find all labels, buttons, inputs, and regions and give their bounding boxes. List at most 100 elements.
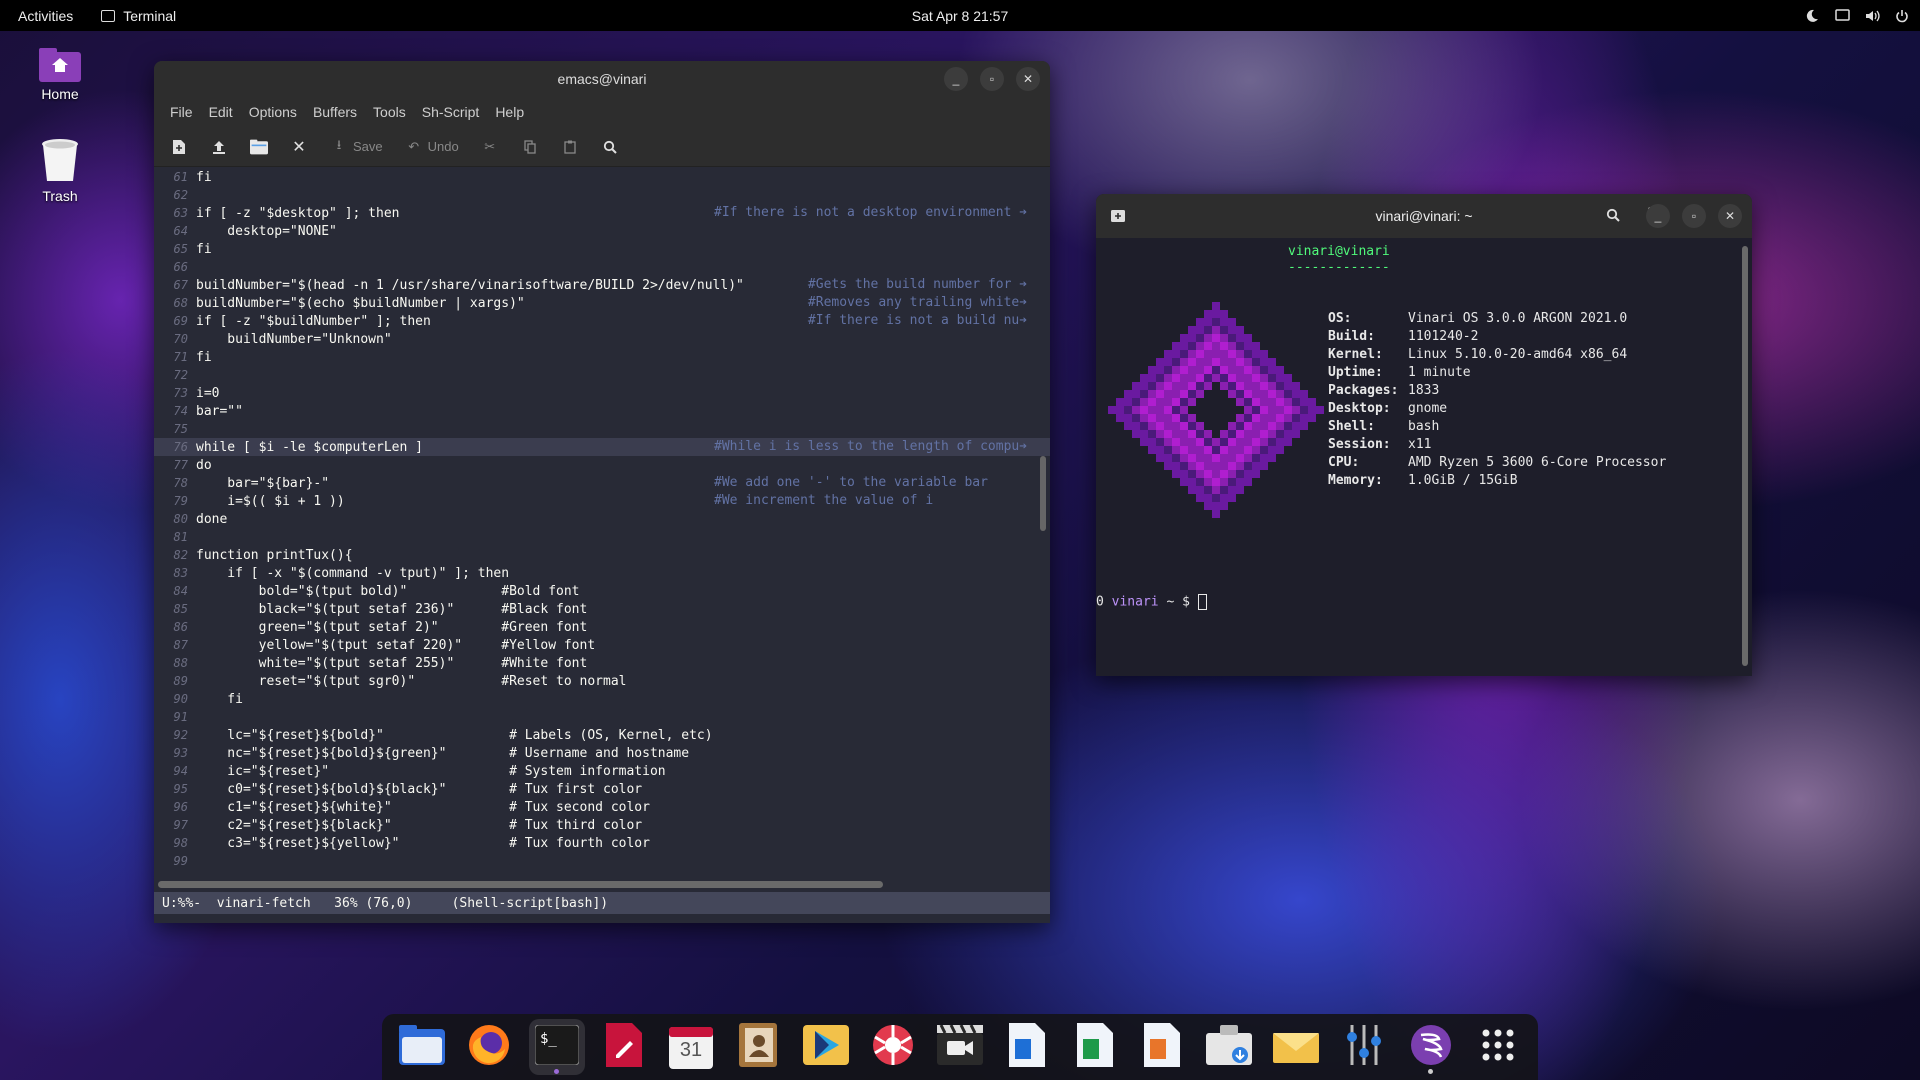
terminal-scrollbar[interactable] xyxy=(1742,246,1748,666)
line-number: 64 xyxy=(173,224,188,238)
code-line[interactable]: 65 fi xyxy=(154,240,1050,258)
code-line[interactable]: 86 green="$(tput setaf 2)" #Green font xyxy=(154,618,1050,636)
code-line[interactable]: 78 bar="${bar}-" #We add one '-' to the v… xyxy=(154,474,1050,492)
dock-impress[interactable] xyxy=(1134,1019,1190,1075)
code-line[interactable]: 95 c0="${reset}${bold}${black}" # Tux fi… xyxy=(154,780,1050,798)
menu-tools[interactable]: Tools xyxy=(365,104,414,120)
emacs-titlebar[interactable]: emacs@vinari _ ▫ ✕ xyxy=(154,61,1050,97)
new-tab-icon[interactable] xyxy=(1108,206,1128,226)
dock-emacs[interactable] xyxy=(1403,1019,1459,1075)
code-line[interactable]: 81 xyxy=(154,528,1050,546)
code-line[interactable]: 68 buildNumber="$(echo $buildNumber | xar… xyxy=(154,294,1050,312)
code-line[interactable]: 87 yellow="$(tput setaf 220)" #Yellow fo… xyxy=(154,636,1050,654)
code-line[interactable]: 67 buildNumber="$(head -n 1 /usr/share/vi… xyxy=(154,276,1050,294)
maximize-button[interactable]: ▫ xyxy=(1682,204,1706,228)
code-line[interactable]: 77 do xyxy=(154,456,1050,474)
horizontal-scrollbar[interactable] xyxy=(158,881,883,888)
code-line[interactable]: 93 nc="${reset}${bold}${green}" # Userna… xyxy=(154,744,1050,762)
desktop-home[interactable]: Home xyxy=(20,48,100,102)
undo-label: Undo xyxy=(427,139,459,154)
maximize-button[interactable]: ▫ xyxy=(980,67,1004,91)
code-line[interactable]: 72 xyxy=(154,366,1050,384)
app-menu[interactable]: Terminal xyxy=(91,8,176,24)
dock-terminal[interactable]: $_ xyxy=(528,1019,585,1075)
paste-icon[interactable] xyxy=(561,138,579,156)
dock-settings[interactable] xyxy=(1336,1019,1392,1075)
dock-app-grid[interactable] xyxy=(1470,1019,1526,1075)
copy-icon[interactable] xyxy=(521,138,539,156)
dock-software[interactable] xyxy=(798,1019,854,1075)
dock-mail[interactable] xyxy=(1268,1019,1324,1075)
clock[interactable]: Sat Apr 8 21:57 xyxy=(912,8,1009,24)
menu-sh-script[interactable]: Sh-Script xyxy=(414,104,488,120)
open-file-icon[interactable] xyxy=(210,138,228,156)
code-line[interactable]: 66 xyxy=(154,258,1050,276)
code-line[interactable]: 62 xyxy=(154,186,1050,204)
dock-firefox[interactable] xyxy=(461,1019,517,1075)
code-line[interactable]: 89 reset="$(tput sgr0)" #Reset to normal xyxy=(154,672,1050,690)
code-editor[interactable]: 61 fi 62 63 if [ -z "$desktop" ]; then #If th… xyxy=(154,168,1050,876)
menu-help[interactable]: Help xyxy=(487,104,532,120)
code-line[interactable]: 76 while [ $i -le $computerLen ] #While i … xyxy=(154,438,1050,456)
terminal-output[interactable]: vinari@vinari ------------- OS: Vinari OS… xyxy=(1096,238,1736,676)
undo-button[interactable]: ↶ Undo xyxy=(405,138,459,156)
shell-prompt[interactable]: 0 vinari ~ $ xyxy=(1096,594,1207,610)
dock-writer[interactable] xyxy=(999,1019,1055,1075)
code-line[interactable]: 83 if [ -x "$(command -v tput)" ]; then xyxy=(154,564,1050,582)
code-line[interactable]: 69 if [ -z "$buildNumber" ]; then #If the… xyxy=(154,312,1050,330)
desktop-trash[interactable]: Trash xyxy=(20,138,100,204)
close-button[interactable]: ✕ xyxy=(1718,204,1742,228)
code-line[interactable]: 84 bold="$(tput bold)" #Bold font xyxy=(154,582,1050,600)
terminal-icon: $_ xyxy=(534,1024,579,1070)
dock-video[interactable] xyxy=(932,1019,988,1075)
code-line[interactable]: 61 fi xyxy=(154,168,1050,186)
menu-edit[interactable]: Edit xyxy=(201,104,241,120)
code-line[interactable]: 96 c1="${reset}${white}" # Tux second co… xyxy=(154,798,1050,816)
dock-text-editor[interactable] xyxy=(596,1019,652,1075)
code-line[interactable]: 94 ic="${reset}" # System information xyxy=(154,762,1050,780)
close-button[interactable]: ✕ xyxy=(1016,67,1040,91)
activities-button[interactable]: Activities xyxy=(0,8,91,24)
menu-options[interactable]: Options xyxy=(241,104,305,120)
minimize-button[interactable]: _ xyxy=(1646,204,1670,228)
code-line[interactable]: 92 lc="${reset}${bold}" # Labels (OS, Ke… xyxy=(154,726,1050,744)
code-line[interactable]: 90 fi xyxy=(154,690,1050,708)
code-line[interactable]: 71 fi xyxy=(154,348,1050,366)
save-button[interactable]: ⭳ Save xyxy=(330,137,383,156)
search-icon[interactable] xyxy=(1606,208,1620,225)
line-number: 96 xyxy=(173,800,188,814)
code-line[interactable]: 63 if [ -z "$desktop" ]; then #If there is… xyxy=(154,204,1050,222)
code-line[interactable]: 73 i=0 xyxy=(154,384,1050,402)
dock-calendar[interactable]: 31 xyxy=(663,1019,719,1075)
dock-archive[interactable] xyxy=(1201,1019,1257,1075)
menu-file[interactable]: File xyxy=(162,104,201,120)
dock-contacts[interactable] xyxy=(730,1019,786,1075)
terminal-titlebar[interactable]: vinari@vinari: ~ _ ▫ ✕ xyxy=(1096,194,1752,238)
close-buffer-icon[interactable]: ✕ xyxy=(290,138,308,156)
code-line[interactable]: 97 c2="${reset}${black}" # Tux third col… xyxy=(154,816,1050,834)
code-line[interactable]: 98 c3="${reset}${yellow}" # Tux fourth c… xyxy=(154,834,1050,852)
code-line[interactable]: 85 black="$(tput setaf 236)" #Black font xyxy=(154,600,1050,618)
dock-files[interactable] xyxy=(394,1019,450,1075)
cut-icon[interactable]: ✂ xyxy=(481,138,499,156)
minimize-button[interactable]: _ xyxy=(944,67,968,91)
code-line[interactable]: 80 done xyxy=(154,510,1050,528)
open-directory-icon[interactable] xyxy=(250,138,268,156)
vertical-scrollbar[interactable] xyxy=(1040,456,1046,531)
search-icon[interactable] xyxy=(601,138,619,156)
code-line[interactable]: 79 i=$(( $i + 1 )) #We increment the valu… xyxy=(154,492,1050,510)
code-line[interactable]: 70 buildNumber="Unknown" xyxy=(154,330,1050,348)
dock-calc[interactable] xyxy=(1067,1019,1123,1075)
code-line[interactable]: 88 white="$(tput setaf 255)" #White font xyxy=(154,654,1050,672)
code-line[interactable]: 64 desktop="NONE" xyxy=(154,222,1050,240)
code-line[interactable]: 82 function printTux(){ xyxy=(154,546,1050,564)
code-line[interactable]: 74 bar="" xyxy=(154,402,1050,420)
menu-buffers[interactable]: Buffers xyxy=(305,104,365,120)
new-file-icon[interactable] xyxy=(170,138,188,156)
code-line[interactable]: 91 xyxy=(154,708,1050,726)
system-tray[interactable] xyxy=(1804,0,1910,31)
code-line[interactable]: 99 xyxy=(154,852,1050,870)
dock-shutter[interactable] xyxy=(865,1019,921,1075)
code-line[interactable]: 75 xyxy=(154,420,1050,438)
minibuffer[interactable] xyxy=(154,914,1050,923)
